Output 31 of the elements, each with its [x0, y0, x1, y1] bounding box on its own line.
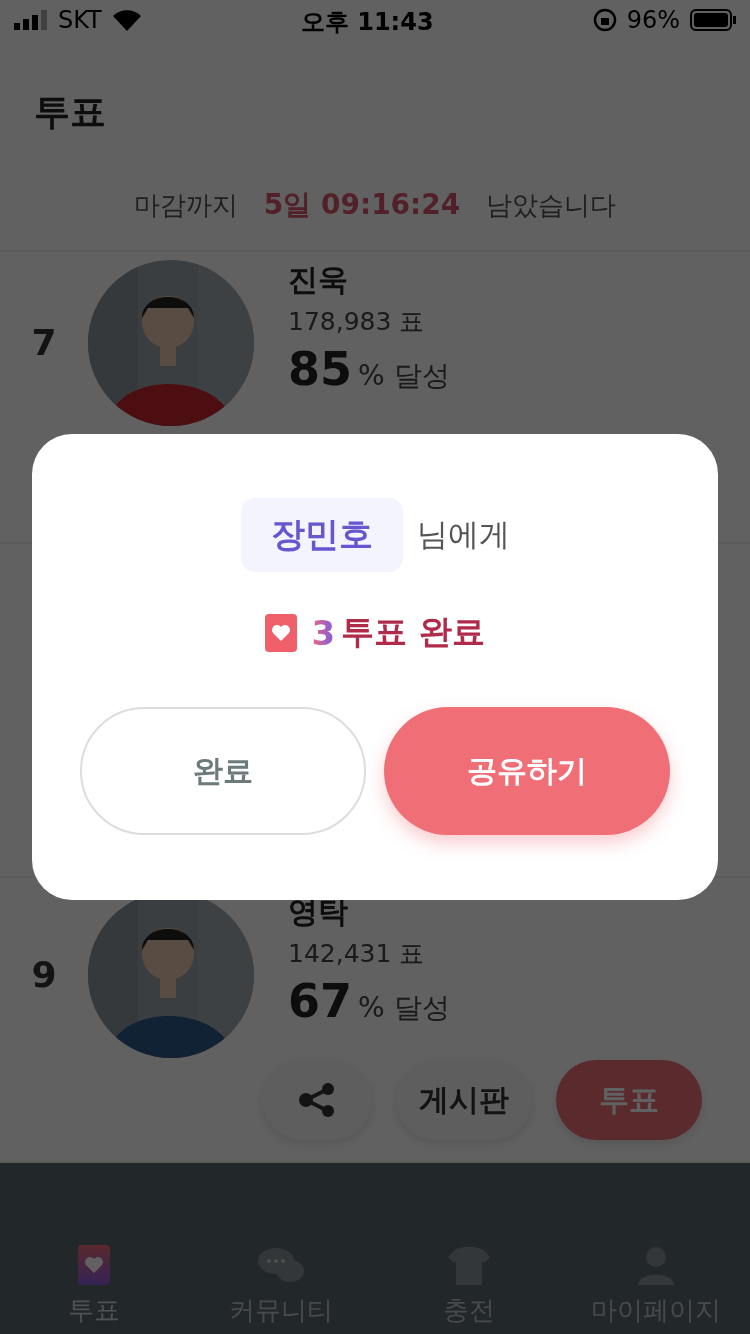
percent-label: % 달성 — [358, 358, 450, 394]
deadline-suffix: 남았습니다 — [486, 188, 617, 222]
countdown-timer: 5일 09:16:24 — [263, 187, 461, 223]
heart-card-icon — [77, 1245, 110, 1285]
rotation-lock-icon — [592, 8, 617, 32]
carrier-name: SKT — [58, 6, 102, 34]
clock-time: 오후 11:43 — [300, 7, 434, 38]
rank-number: 9 — [30, 954, 58, 995]
candidate-name: 진욱 — [288, 261, 349, 299]
heart-card-icon — [265, 613, 298, 652]
signal-icon — [14, 10, 48, 30]
battery-icon — [690, 9, 736, 31]
chat-bubbles-icon — [258, 1247, 305, 1285]
percent-label: % 달성 — [358, 990, 450, 1026]
percent-value: 67 — [288, 974, 352, 1028]
done-button[interactable]: 완료 — [80, 707, 366, 835]
recipient-suffix: 님에게 — [416, 515, 510, 554]
deadline-label: 마감까지 — [133, 188, 238, 222]
vote-count: 142,431 표 — [288, 938, 426, 970]
vote-count: 178,983 표 — [288, 306, 426, 338]
vote-complete-text: 투표 완료 — [341, 611, 485, 653]
share-button[interactable]: 공유하기 — [384, 707, 670, 835]
candidate-name: 영탁 — [288, 893, 349, 931]
percent-value: 85 — [288, 342, 352, 396]
battery-percent: 96% — [626, 6, 680, 34]
rank-number: 7 — [30, 322, 58, 363]
recipient-name: 장민호 — [240, 498, 403, 572]
page-title: 투표 — [34, 91, 106, 132]
share-icon — [298, 1083, 336, 1117]
wifi-icon — [111, 9, 142, 31]
board-button[interactable]: 게시판 — [396, 1060, 532, 1140]
